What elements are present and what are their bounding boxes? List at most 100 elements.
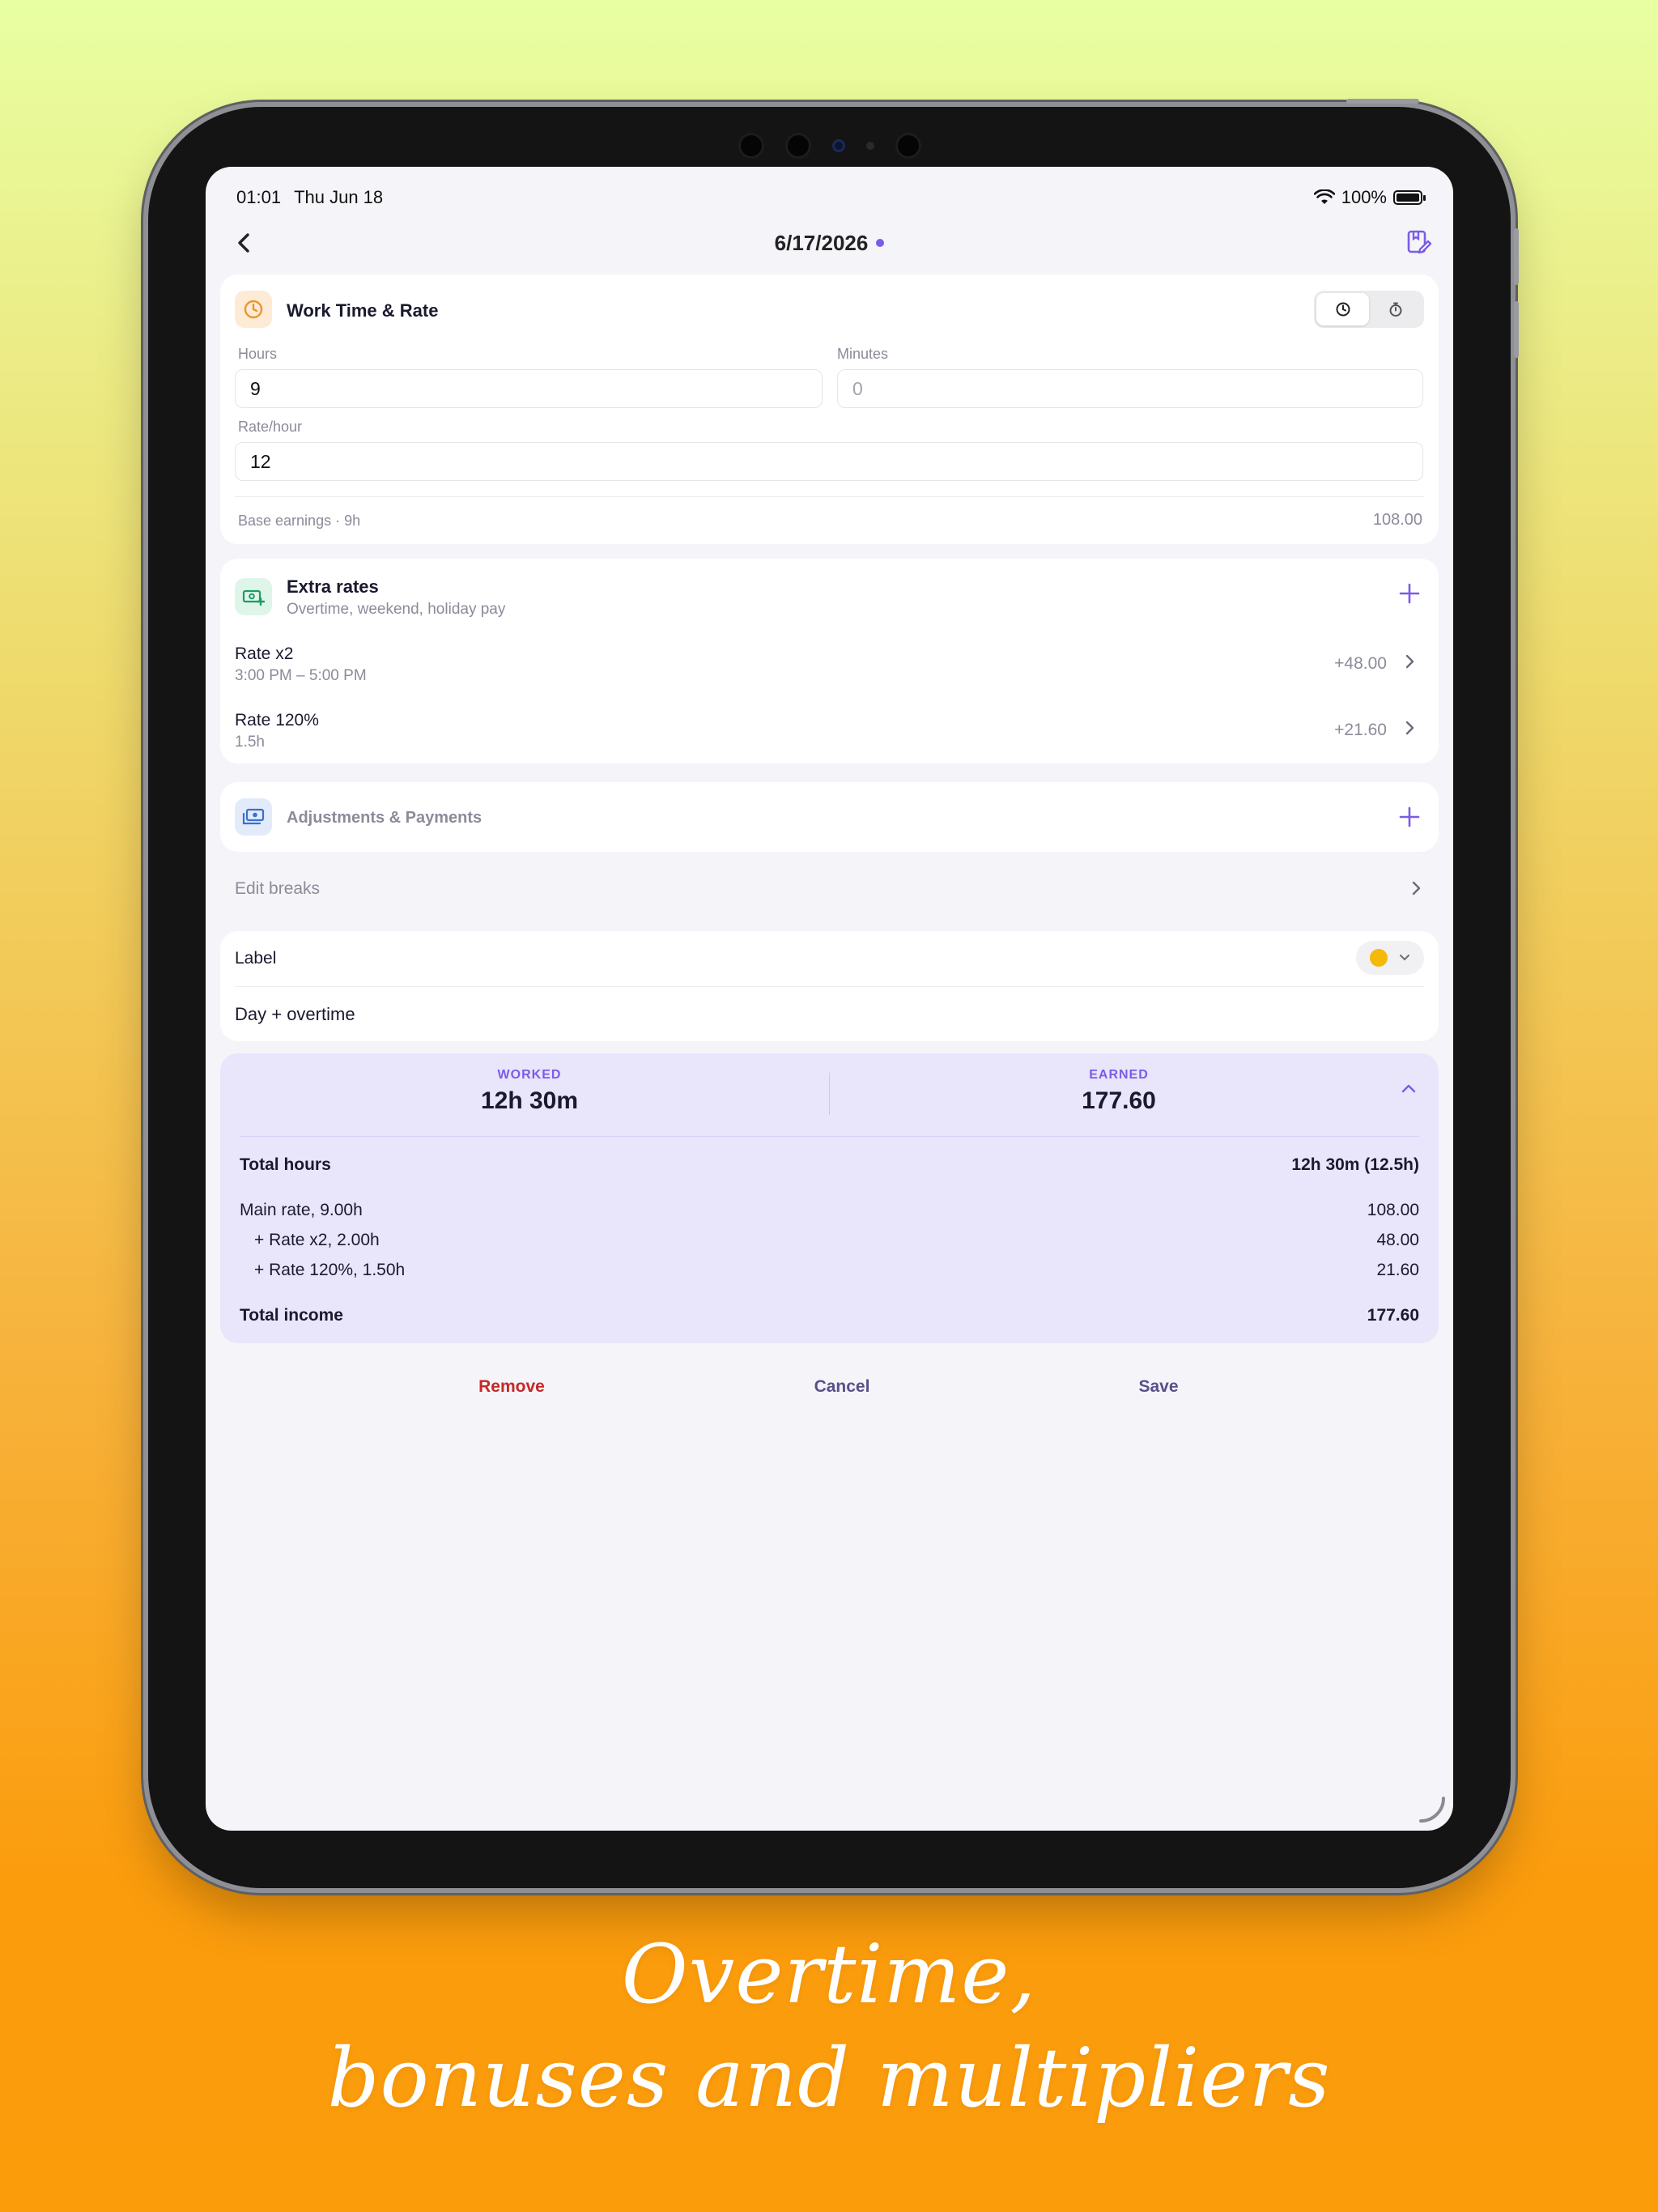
- label-color-swatch: [1370, 949, 1388, 967]
- camera-lens: [831, 139, 845, 152]
- add-adjustment-button[interactable]: [1397, 805, 1422, 831]
- unsaved-dot: [876, 239, 885, 247]
- breakdown-value: 108.00: [1367, 1201, 1419, 1219]
- volume-up-button: [1514, 228, 1519, 285]
- extra-rate-detail: 1.5h: [235, 734, 265, 751]
- divider: [235, 496, 1424, 497]
- caption-line-1: Overtime,: [621, 1927, 1037, 2022]
- adjustments-icon-tile: [235, 798, 272, 836]
- rate-field[interactable]: 12: [235, 442, 1423, 481]
- chevron-right-icon: [1411, 879, 1422, 903]
- status-date: Thu Jun 18: [294, 187, 384, 207]
- sensor-dot: [895, 133, 921, 159]
- breakdown-row: + Rate x2, 2.00h 48.00: [240, 1231, 1419, 1250]
- label-title: Label: [235, 949, 277, 968]
- extra-rate-detail: 3:00 PM – 5:00 PM: [235, 667, 367, 684]
- breakdown-row: + Rate 120%, 1.50h 21.60: [240, 1261, 1419, 1280]
- remove-button[interactable]: Remove: [431, 1377, 593, 1397]
- clock-icon: [1336, 302, 1350, 317]
- breakdown-label: + Rate 120%, 1.50h: [254, 1261, 406, 1279]
- earnings-summary: WORKED 12h 30m EARNED 177.60 Total hours…: [220, 1053, 1439, 1343]
- extra-rates-title: Extra rates: [287, 576, 379, 597]
- clock-icon: [244, 300, 263, 319]
- extra-icon-tile: [235, 578, 272, 615]
- camera-bar: [148, 126, 1511, 165]
- save-button[interactable]: Save: [1078, 1377, 1239, 1397]
- earned-value: 177.60: [1082, 1087, 1156, 1114]
- back-button[interactable]: [230, 228, 259, 257]
- payments-icon: [242, 808, 265, 825]
- work-card-title: Work Time & Rate: [287, 300, 439, 321]
- wifi-icon: [1313, 189, 1335, 204]
- worked-label: WORKED: [497, 1068, 562, 1082]
- caption-line-2: bonuses and multipliers: [327, 2031, 1331, 2125]
- adjustments-title: Adjustments & Payments: [287, 809, 483, 827]
- base-earnings-label: Base earnings · 9h: [238, 513, 361, 529]
- sensor-dot: [738, 133, 764, 159]
- adjustments-card[interactable]: Adjustments & Payments: [220, 782, 1439, 852]
- extra-rates-subtitle: Overtime, weekend, holiday pay: [287, 601, 506, 618]
- plus-icon: [1399, 806, 1420, 827]
- total-income-row: Total income 177.60: [240, 1306, 1419, 1325]
- divider: [829, 1073, 830, 1115]
- minutes-label: Minutes: [837, 346, 889, 362]
- app-screen: 01:01 Thu Jun 18 100% 6/17/2026 Work Time…: [206, 167, 1453, 1831]
- status-bar: 01:01 Thu Jun 18 100%: [236, 181, 1426, 214]
- rate-label: Rate/hour: [238, 419, 303, 435]
- chevron-left-icon: [238, 233, 249, 253]
- chevron-right-icon: [1405, 719, 1416, 742]
- plus-icon: [1399, 583, 1420, 604]
- earned-label: EARNED: [1089, 1068, 1149, 1082]
- total-income-label: Total income: [240, 1306, 343, 1325]
- cash-plus-icon: [242, 589, 265, 606]
- label-card: Label Day + overtime: [220, 931, 1439, 1041]
- page-title: 6/17/2026: [775, 231, 885, 256]
- divider: [240, 1136, 1419, 1137]
- top-button: [1346, 99, 1419, 104]
- promo-caption: Overtime, bonuses and multipliers: [0, 1923, 1658, 2130]
- total-hours-row: Total hours 12h 30m (12.5h): [240, 1155, 1419, 1175]
- extra-rate-name: Rate x2: [235, 644, 294, 663]
- nav-bar: 6/17/2026: [206, 215, 1453, 270]
- tablet-device: 01:01 Thu Jun 18 100% 6/17/2026 Work Time…: [148, 99, 1519, 1888]
- notes-button[interactable]: [1405, 228, 1434, 257]
- sensor-dot: [865, 142, 874, 150]
- action-bar: Remove Cancel Save: [206, 1377, 1453, 1410]
- breakdown-value: 48.00: [1376, 1231, 1419, 1249]
- extra-rate-name: Rate 120%: [235, 711, 319, 730]
- extra-rate-amount: +48.00: [1334, 654, 1387, 673]
- extra-rate-row[interactable]: Rate x2 3:00 PM – 5:00 PM +48.00: [235, 644, 1424, 693]
- total-income-value: 177.60: [1367, 1306, 1419, 1325]
- resize-handle-icon[interactable]: [1416, 1793, 1448, 1826]
- chevron-down-icon: [1400, 955, 1409, 961]
- edit-breaks-row[interactable]: Edit breaks: [220, 879, 1439, 912]
- minutes-field[interactable]: 0: [837, 369, 1423, 408]
- total-hours-value: 12h 30m (12.5h): [1291, 1155, 1419, 1174]
- sensor-dot: [784, 133, 811, 159]
- extra-rate-amount: +21.60: [1334, 721, 1387, 739]
- total-hours-label: Total hours: [240, 1155, 331, 1174]
- divider: [235, 986, 1424, 987]
- label-value-field[interactable]: Day + overtime: [235, 1004, 355, 1025]
- extra-rate-row[interactable]: Rate 120% 1.5h +21.60: [235, 711, 1424, 759]
- chevron-up-icon: [1401, 1084, 1416, 1093]
- cancel-button[interactable]: Cancel: [761, 1377, 923, 1397]
- base-earnings-value: 108.00: [1372, 511, 1422, 529]
- stopwatch-icon: [1389, 302, 1401, 317]
- hours-field[interactable]: 9: [235, 369, 823, 408]
- volume-down-button: [1514, 301, 1519, 358]
- work-time-card: Work Time & Rate Hours 9 Minutes 0 Rate/…: [220, 274, 1439, 544]
- status-time: 01:01: [236, 187, 282, 207]
- battery-icon: [1393, 190, 1426, 205]
- add-extra-rate-button[interactable]: [1397, 581, 1422, 607]
- battery-percent: 100%: [1341, 187, 1387, 207]
- date-title: 6/17/2026: [774, 230, 869, 255]
- hours-label: Hours: [238, 346, 278, 362]
- label-color-picker[interactable]: [1356, 941, 1424, 975]
- extra-rates-card: Extra rates Overtime, weekend, holiday p…: [220, 559, 1439, 764]
- worked-value: 12h 30m: [480, 1087, 579, 1114]
- timer-mode-option[interactable]: [1369, 293, 1422, 325]
- collapse-summary-button[interactable]: [1397, 1076, 1421, 1100]
- clock-mode-option[interactable]: [1316, 293, 1369, 325]
- time-mode-toggle[interactable]: [1314, 291, 1424, 328]
